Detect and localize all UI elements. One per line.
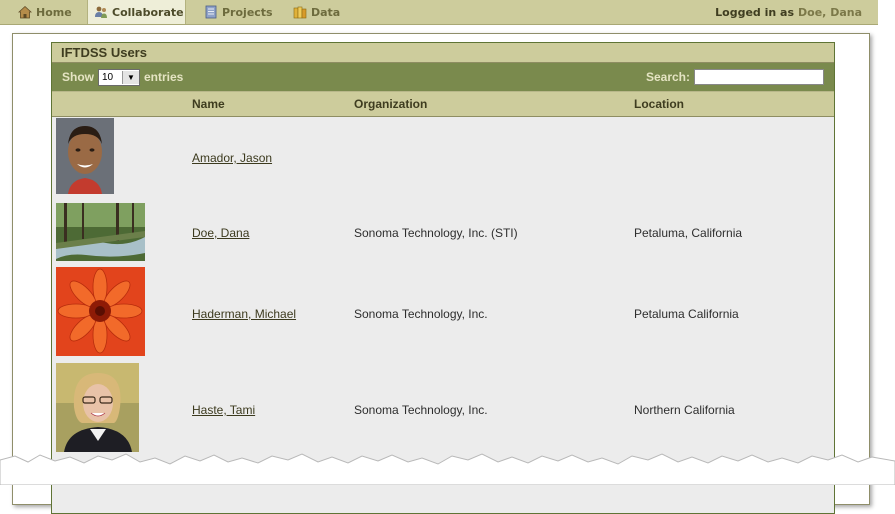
user-photo[interactable]: [56, 267, 145, 356]
user-organization: Sonoma Technology, Inc.: [354, 403, 488, 417]
content-frame: IFTDSS Users Show 10 ▼ entries Search: N…: [12, 33, 870, 514]
panel-title: IFTDSS Users: [52, 43, 834, 63]
nav-tab-home-label: Home: [36, 5, 72, 19]
search-label: Search:: [645, 70, 690, 84]
user-photo[interactable]: [56, 118, 114, 194]
top-nav-bar: Home Collaborate Projects Data Logged in…: [0, 0, 878, 25]
search-input[interactable]: [694, 69, 824, 85]
table-toolbar: Show 10 ▼ entries Search:: [52, 63, 834, 91]
nav-tab-projects-label: Projects: [222, 5, 273, 19]
nav-tab-collaborate[interactable]: Collaborate: [87, 0, 186, 24]
user-organization: Sonoma Technology, Inc. (STI): [354, 226, 518, 240]
entries-label: entries: [144, 70, 184, 84]
column-header-name[interactable]: Name: [192, 97, 225, 111]
table-row: Amador, Jason: [52, 117, 834, 201]
login-status: Logged in as Doe, Dana: [715, 0, 862, 24]
show-label: Show: [62, 70, 94, 84]
user-name-link[interactable]: Haderman, Michael: [192, 307, 296, 321]
user-name-link[interactable]: Doe, Dana: [192, 226, 249, 240]
table-row: Haderman, Michael Sonoma Technology, Inc…: [52, 267, 834, 363]
home-icon: [18, 5, 32, 19]
table-row: Doe, Dana Sonoma Technology, Inc. (STI) …: [52, 201, 834, 267]
nav-tab-data-label: Data: [311, 5, 341, 19]
notebook-icon: [205, 5, 217, 19]
table-header: Name Organization Location: [52, 91, 834, 117]
login-user-link[interactable]: Doe, Dana: [798, 6, 862, 19]
nav-tab-projects[interactable]: Projects: [204, 0, 273, 24]
user-name-link[interactable]: Haste, Tami: [192, 403, 255, 417]
entries-select-value: 10: [102, 71, 114, 83]
column-header-location[interactable]: Location: [634, 97, 684, 111]
torn-edge: [0, 453, 895, 485]
search-control: Search:: [646, 69, 824, 85]
user-location: Petaluma California: [634, 307, 739, 321]
nav-tab-home[interactable]: Home: [18, 0, 72, 24]
page-size-control: Show 10 ▼ entries: [62, 68, 184, 86]
chevron-down-icon[interactable]: ▼: [122, 70, 139, 84]
login-prefix: Logged in as: [715, 5, 795, 19]
entries-select[interactable]: 10 ▼: [98, 68, 140, 86]
table-row: Haste, Tami Sonoma Technology, Inc. Nort…: [52, 363, 834, 459]
nav-tab-data[interactable]: Data: [293, 0, 340, 24]
user-photo[interactable]: [56, 363, 139, 452]
people-icon: [95, 6, 107, 18]
users-panel: IFTDSS Users Show 10 ▼ entries Search: N…: [51, 42, 835, 514]
column-header-organization[interactable]: Organization: [354, 97, 427, 111]
user-photo[interactable]: [56, 203, 145, 261]
books-icon: [293, 6, 307, 19]
user-location: Petaluma, California: [634, 226, 743, 240]
user-organization: Sonoma Technology, Inc.: [354, 307, 488, 321]
nav-tab-collaborate-label: Collaborate: [112, 5, 184, 19]
user-location: Northern California: [634, 403, 735, 417]
user-name-link[interactable]: Amador, Jason: [192, 151, 272, 165]
